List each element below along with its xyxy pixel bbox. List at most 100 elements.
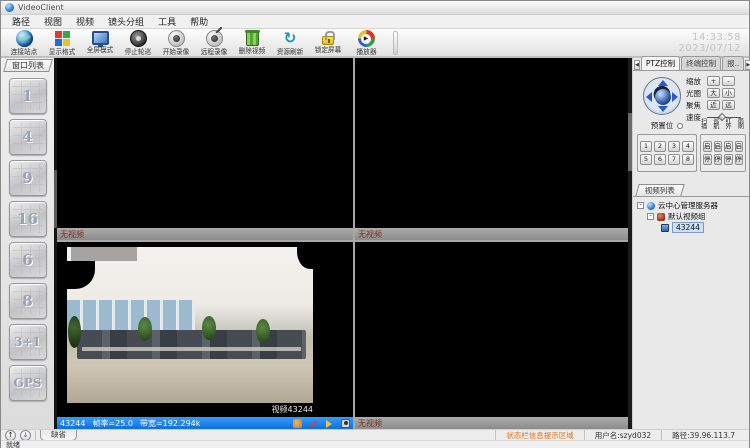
preset-radio[interactable]	[677, 123, 683, 129]
video-client-window: VideoClient 路径 视图 视频 镜头分组 工具 帮助 连接站点 显示格…	[0, 0, 750, 448]
camera-video-frame	[67, 247, 313, 403]
snapshot-camera-icon[interactable]	[341, 419, 350, 428]
preset-6-button[interactable]: 6	[654, 154, 666, 165]
tab-ptz-control[interactable]: PTZ控制	[641, 56, 680, 70]
layout-4-button[interactable]: 4	[9, 119, 47, 155]
preset-5-button[interactable]: 5	[640, 154, 652, 165]
menu-path[interactable]: 路径	[5, 15, 37, 28]
scan-label: 扫描	[700, 118, 707, 133]
scene-fisheye-corner	[297, 247, 313, 269]
layout-8-button[interactable]: 8	[9, 283, 47, 319]
menu-tools[interactable]: 工具	[151, 15, 183, 28]
layout-3plus1-button[interactable]: 3+1	[9, 324, 47, 360]
display-format-icon	[54, 30, 71, 47]
scan-stop-button[interactable]: 停	[703, 154, 712, 165]
pan-down-arrow[interactable]	[658, 106, 668, 112]
tab-window-list[interactable]: 窗口列表	[3, 59, 53, 72]
iris-open-button[interactable]: 大	[707, 88, 720, 98]
group-icon	[657, 213, 665, 221]
menu-help[interactable]: 帮助	[183, 15, 215, 28]
ptz-joystick[interactable]	[643, 77, 681, 115]
infrared-label: 红外	[724, 118, 731, 133]
wiper-start-button[interactable]: 启	[735, 141, 744, 152]
layout-gps-button[interactable]: GPS	[9, 365, 47, 401]
tab-default-view[interactable]: 缺省	[40, 430, 77, 441]
infrared-stop-button[interactable]: 停	[724, 154, 733, 165]
annotate-pen-icon[interactable]	[309, 419, 318, 428]
layout-16-button[interactable]: 16	[9, 201, 47, 237]
zoom-label: 缩放	[686, 76, 705, 87]
player-button[interactable]: ▶ 播放器	[347, 30, 385, 57]
pan-left-arrow[interactable]	[646, 92, 652, 102]
layout-1-button[interactable]: 1	[9, 78, 47, 114]
layout-6-button[interactable]: 6	[9, 242, 47, 278]
menu-view[interactable]: 视图	[37, 15, 69, 28]
preset-8-button[interactable]: 8	[682, 154, 694, 165]
window-title: VideoClient	[18, 3, 64, 12]
speaker-icon[interactable]	[325, 419, 334, 428]
tree-node-server[interactable]: - 云中心管理服务器	[637, 200, 747, 211]
toolbar-grip[interactable]	[393, 31, 398, 55]
preset-4-button[interactable]: 4	[682, 141, 694, 152]
preset-2-button[interactable]: 2	[654, 141, 666, 152]
collapse-icon[interactable]: -	[647, 213, 654, 220]
zoom-in-button[interactable]: +	[707, 76, 720, 86]
pan-right-arrow[interactable]	[672, 92, 678, 102]
delete-video-button[interactable]: 删除视频	[233, 30, 271, 56]
scan-start-button[interactable]: 启	[703, 141, 712, 152]
display-format-button[interactable]: 显示格式	[43, 30, 81, 57]
iris-close-button[interactable]: 小	[722, 88, 735, 98]
cruise-start-button[interactable]: 启	[714, 141, 723, 152]
menu-camera-group[interactable]: 镜头分组	[101, 15, 151, 28]
video-grid: 无视频 无视频	[57, 58, 628, 429]
clock: 14:33:58 2023/07/12	[678, 32, 741, 54]
trash-icon	[246, 31, 259, 46]
stop-tour-button[interactable]: 停止轮巡	[119, 30, 157, 57]
no-video-label: 无视频	[358, 418, 382, 429]
cruise-stop-button[interactable]: 停	[714, 154, 723, 165]
focus-far-button[interactable]: 远	[722, 100, 735, 110]
fullscreen-mode-button[interactable]: 全屏模式	[81, 30, 119, 55]
tree-node-group[interactable]: - 默认视频组	[637, 211, 747, 222]
layout-9-button[interactable]: 9	[9, 160, 47, 196]
menu-video[interactable]: 视频	[69, 15, 101, 28]
tree-node-camera[interactable]: 43244	[637, 222, 747, 233]
status-username: 用户名:szyd032	[584, 430, 661, 441]
preset-function-row: 预置位 扫描 巡航 红外 雨刷	[637, 118, 746, 133]
start-record-button[interactable]: 开始录像	[157, 30, 195, 57]
preset-1-button[interactable]: 1	[640, 141, 652, 152]
ptz-hand-icon[interactable]	[293, 419, 302, 428]
wiper-stop-button[interactable]: 停	[735, 154, 744, 165]
play-icon: ▶	[361, 34, 371, 44]
pan-up-arrow[interactable]	[658, 80, 668, 86]
remote-record-button[interactable]: 远程录像	[195, 30, 233, 57]
tab-scroll-left-icon[interactable]: ◀	[634, 60, 640, 70]
scroll-up-button[interactable]: ↑	[5, 430, 16, 441]
resource-refresh-button[interactable]: ↻ 资源刷新	[271, 30, 309, 57]
joystick-knob[interactable]	[655, 89, 671, 105]
scroll-down-button[interactable]: ↓	[20, 430, 31, 441]
infrared-start-button[interactable]: 启	[724, 141, 733, 152]
lock-screen-button[interactable]: 锁定屏幕	[309, 30, 347, 55]
app-icon	[5, 3, 14, 12]
scene-windows	[67, 300, 195, 333]
wiper-label: 雨刷	[736, 118, 743, 133]
video-window-3-active[interactable]: 视频43244 43244 帧率=25.0 带宽=192.294k	[57, 242, 353, 429]
tab-terminal-control[interactable]: 终端控制	[681, 56, 721, 70]
tab-alarm[interactable]: 报..	[722, 56, 744, 70]
collapse-icon[interactable]: -	[637, 202, 644, 209]
focus-near-button[interactable]: 近	[707, 100, 720, 110]
preset-7-button[interactable]: 7	[668, 154, 680, 165]
video-window-1[interactable]: 无视频	[57, 58, 353, 240]
video-window-4[interactable]: 无视频	[355, 242, 628, 429]
zoom-out-button[interactable]: -	[722, 76, 735, 86]
no-video-label: 无视频	[60, 229, 84, 240]
window-list-panel: 窗口列表 1 4 9 16 6 8 3+1 GPS	[1, 58, 54, 429]
preset-3-button[interactable]: 3	[668, 141, 680, 152]
video-window-2[interactable]: 无视频	[355, 58, 628, 240]
tab-scroll-right-icon[interactable]: ▶	[745, 60, 750, 70]
connect-site-button[interactable]: 连接站点	[5, 30, 43, 57]
control-panel: ◀ PTZ控制 终端控制 报.. ▶ 缩放 + -	[632, 58, 749, 429]
title-bar: VideoClient	[1, 1, 749, 15]
tab-video-list[interactable]: 视频列表	[635, 184, 684, 196]
